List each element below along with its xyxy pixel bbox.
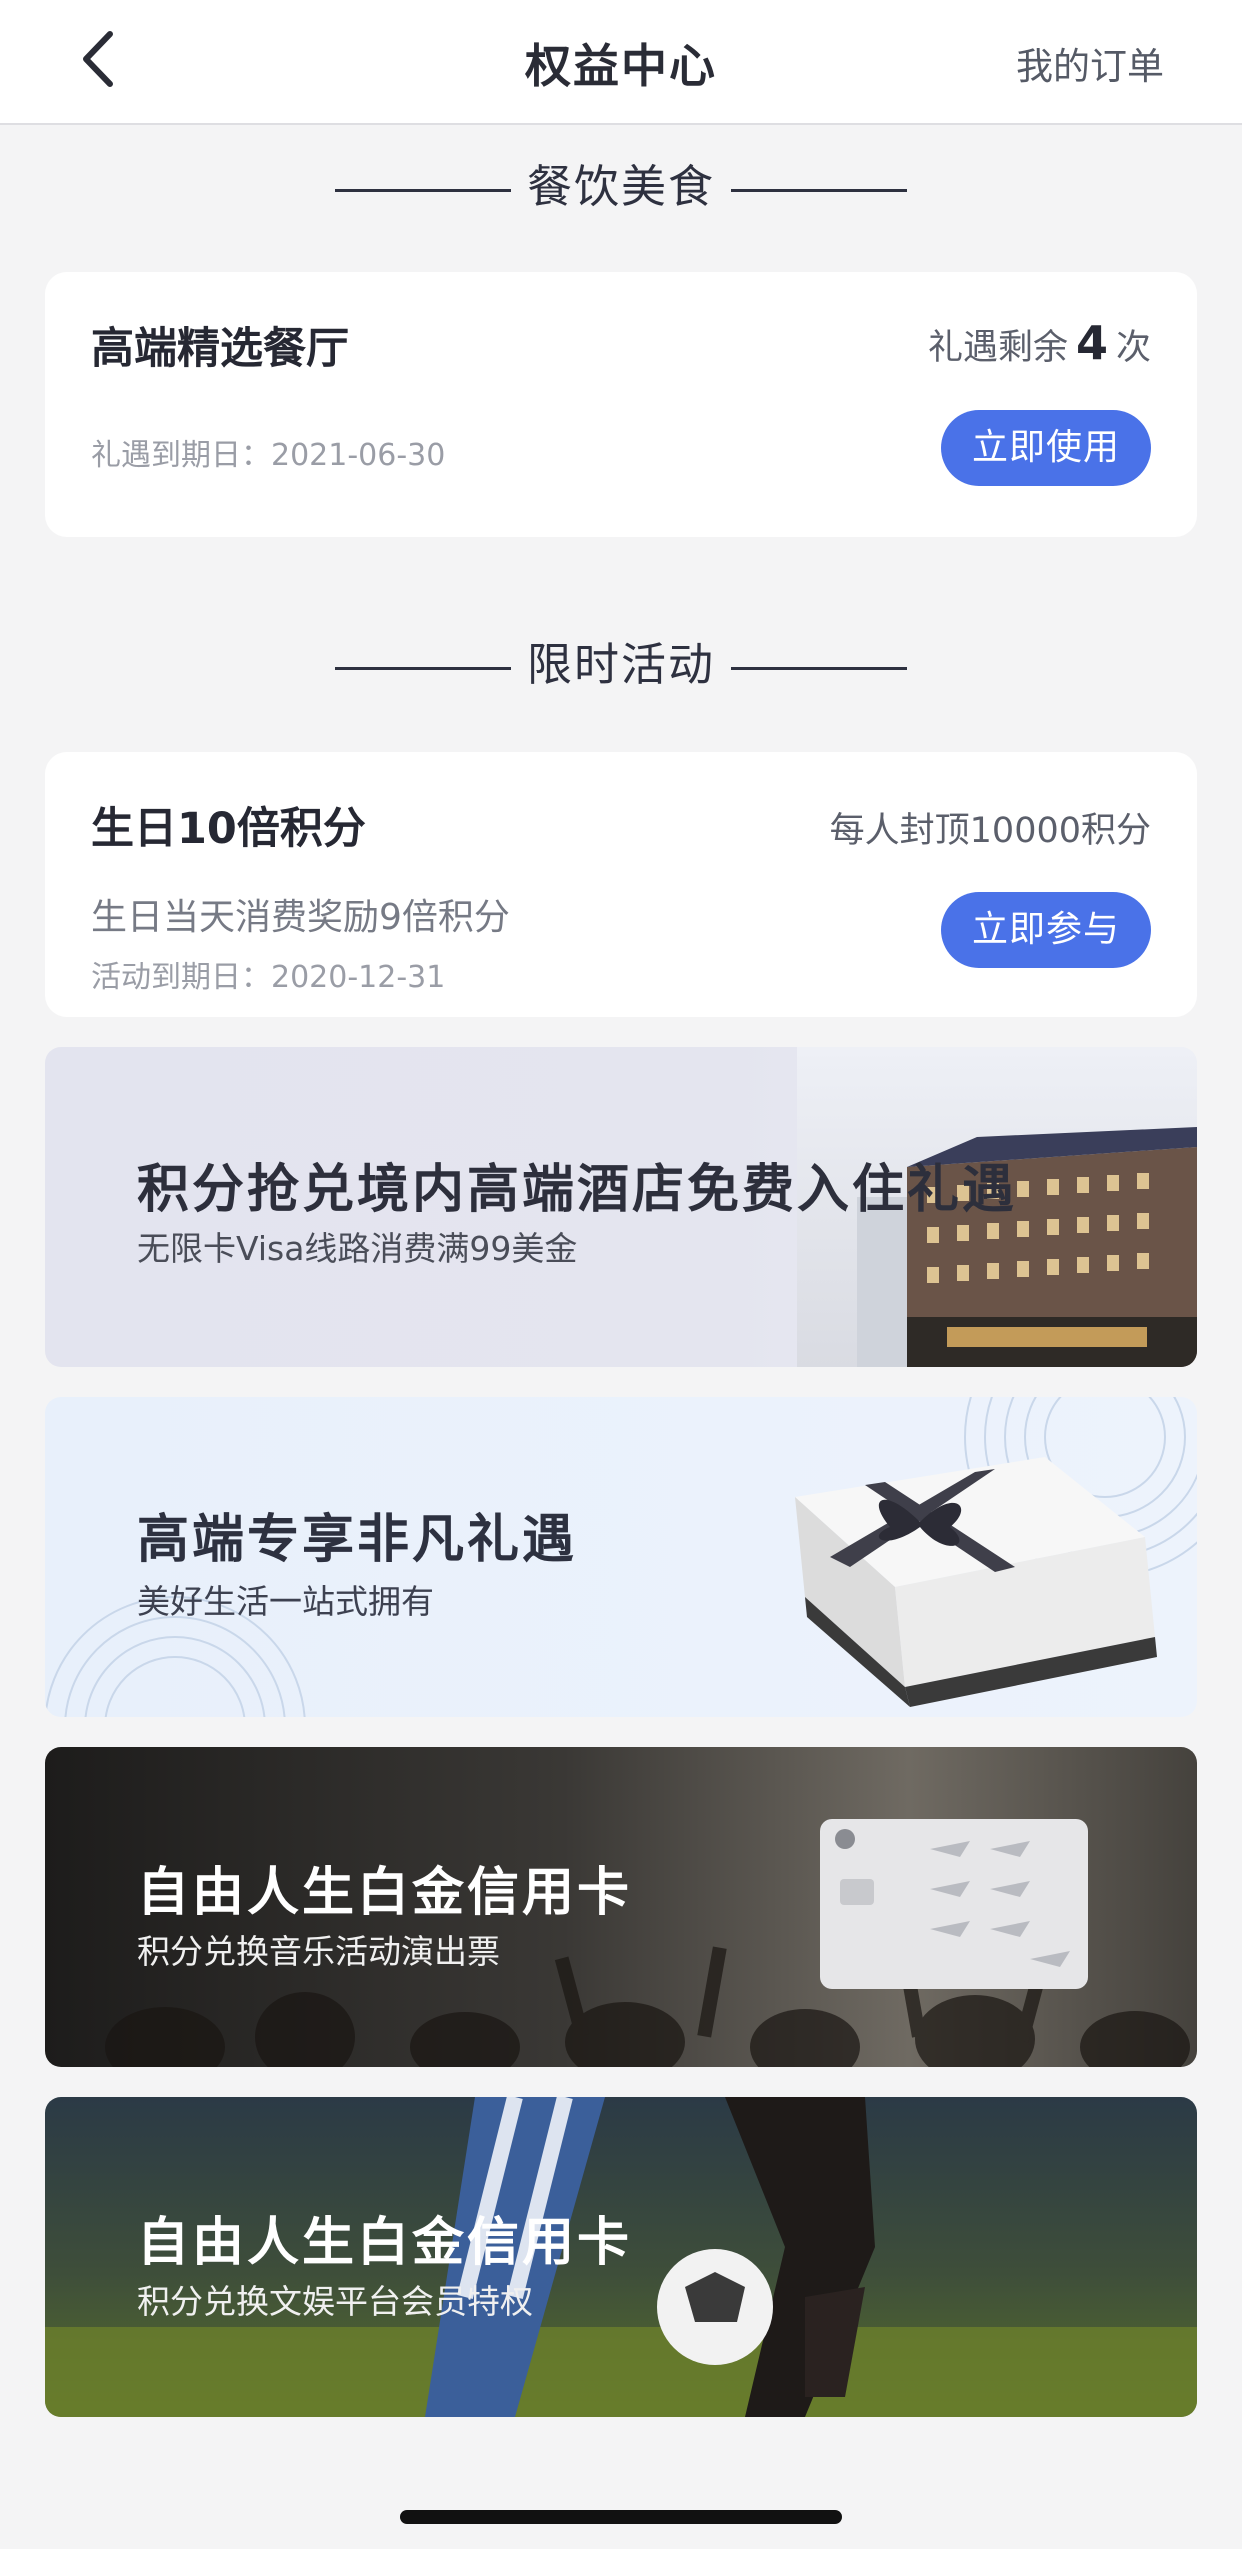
remaining-number: 4 <box>1075 316 1108 370</box>
remaining-count: 礼遇剩余 4 次 <box>928 316 1151 370</box>
card-title: 高端精选餐厅 <box>91 324 349 374</box>
banner-subtitle: 积分兑换音乐活动演出票 <box>137 1932 500 1971</box>
points-cap: 每人封顶10000积分 <box>829 811 1151 851</box>
banner-subtitle: 无限卡Visa线路消费满99美金 <box>137 1229 578 1268</box>
divider <box>334 188 511 192</box>
section-title-limited: 限时活动 <box>0 628 1242 693</box>
use-now-button[interactable]: 立即使用 <box>941 410 1151 486</box>
expiry-date: 活动到期日：2020-12-31 <box>91 960 446 995</box>
birthday-points-card: 生日10倍积分 每人封顶10000积分 生日当天消费奖励9倍积分 活动到期日：2… <box>45 752 1197 1017</box>
sports-banner[interactable]: 自由人生白金信用卡 积分兑换文娱平台会员特权 <box>45 2097 1197 2417</box>
banner-title: 自由人生白金信用卡 <box>137 1862 633 1923</box>
divider <box>731 666 907 670</box>
banner-title: 高端专享非凡礼遇 <box>137 1509 578 1570</box>
gift-banner[interactable]: 高端专享非凡礼遇 美好生活一站式拥有 <box>45 1397 1197 1717</box>
section-title-dining: 餐饮美食 <box>0 150 1242 215</box>
nav-bar: 权益中心 我的订单 <box>0 0 1242 125</box>
banner-title: 积分抢兑境内高端酒店免费入住礼遇 <box>137 1159 1018 1220</box>
gift-box-image <box>795 1457 1157 1707</box>
card-title: 生日10倍积分 <box>91 804 366 854</box>
dining-benefit-card: 高端精选餐厅 礼遇剩余 4 次 礼遇到期日：2021-06-30 立即使用 <box>45 272 1197 537</box>
my-orders-link[interactable]: 我的订单 <box>1016 36 1164 90</box>
expiry-date: 礼遇到期日：2021-06-30 <box>91 438 446 473</box>
divider <box>731 188 907 192</box>
home-indicator <box>400 2510 842 2524</box>
activity-description: 生日当天消费奖励9倍积分 <box>91 897 510 938</box>
credit-card-image <box>820 1819 1088 1989</box>
hotel-banner[interactable]: 积分抢兑境内高端酒店免费入住礼遇 无限卡Visa线路消费满99美金 <box>45 1047 1197 1367</box>
concert-banner[interactable]: 自由人生白金信用卡 积分兑换音乐活动演出票 <box>45 1747 1197 2067</box>
remaining-suffix: 次 <box>1115 328 1151 368</box>
divider <box>334 666 511 670</box>
banner-title: 自由人生白金信用卡 <box>137 2212 633 2273</box>
join-now-button[interactable]: 立即参与 <box>941 892 1151 968</box>
banner-subtitle: 美好生活一站式拥有 <box>137 1582 434 1621</box>
banner-subtitle: 积分兑换文娱平台会员特权 <box>137 2282 533 2321</box>
remaining-prefix: 礼遇剩余 <box>927 328 1068 368</box>
section-label: 餐饮美食 <box>526 160 715 213</box>
section-label: 限时活动 <box>526 638 715 691</box>
